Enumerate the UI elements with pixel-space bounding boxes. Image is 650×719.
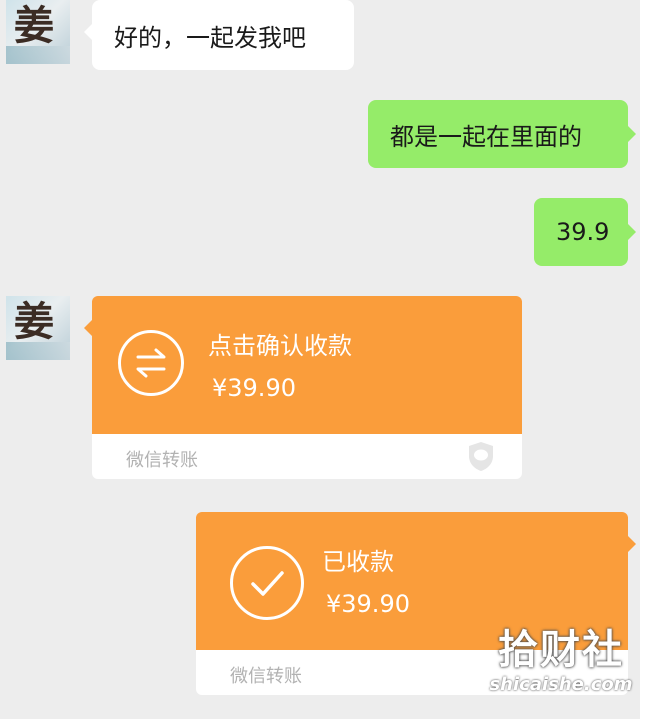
shield-chat-icon [469, 442, 493, 471]
watermark: 拾财社 shicaishe.com [486, 630, 636, 695]
transfer-source-label: 微信转账 [230, 666, 302, 687]
message-text: 39.9 [556, 218, 610, 246]
transfer-title: 点击确认收款 [208, 332, 352, 360]
avatar-glyph: 姜 [14, 298, 54, 345]
message-text: 都是一起在里面的 [390, 122, 582, 151]
transfer-card-pending[interactable]: 点击确认收款 ¥39.90 微信转账 [84, 296, 522, 479]
transfer-arrows-icon [118, 330, 184, 396]
message-bubble-left[interactable]: 好的，一起发我吧 [84, 0, 354, 70]
avatar-shade [6, 342, 70, 360]
chat-area: 姜 好的，一起发我吧 都是一起在里面的 39.9 姜 点击确认收款 ¥39.90… [0, 0, 640, 719]
watermark-sub: shicaishe.com [489, 674, 633, 695]
watermark-main: 拾财社 [498, 627, 624, 673]
message-bubble-right[interactable]: 都是一起在里面的 [368, 100, 636, 168]
transfer-source-label: 微信转账 [126, 450, 198, 471]
avatar-glyph: 姜 [14, 2, 54, 49]
transfer-amount: ¥39.90 [326, 590, 410, 618]
transfer-card-footer: 微信转账 [92, 434, 522, 479]
contact-avatar[interactable]: 姜 [6, 0, 70, 64]
transfer-amount: ¥39.90 [212, 374, 296, 402]
checkmark-icon [230, 546, 304, 620]
right-edge-strip [640, 0, 650, 719]
contact-avatar[interactable]: 姜 [6, 296, 70, 360]
message-text: 好的，一起发我吧 [114, 23, 306, 52]
avatar-shade [6, 46, 70, 64]
transfer-card-header: 点击确认收款 ¥39.90 [84, 296, 522, 434]
transfer-title: 已收款 [322, 548, 394, 576]
message-bubble-right[interactable]: 39.9 [534, 198, 636, 266]
